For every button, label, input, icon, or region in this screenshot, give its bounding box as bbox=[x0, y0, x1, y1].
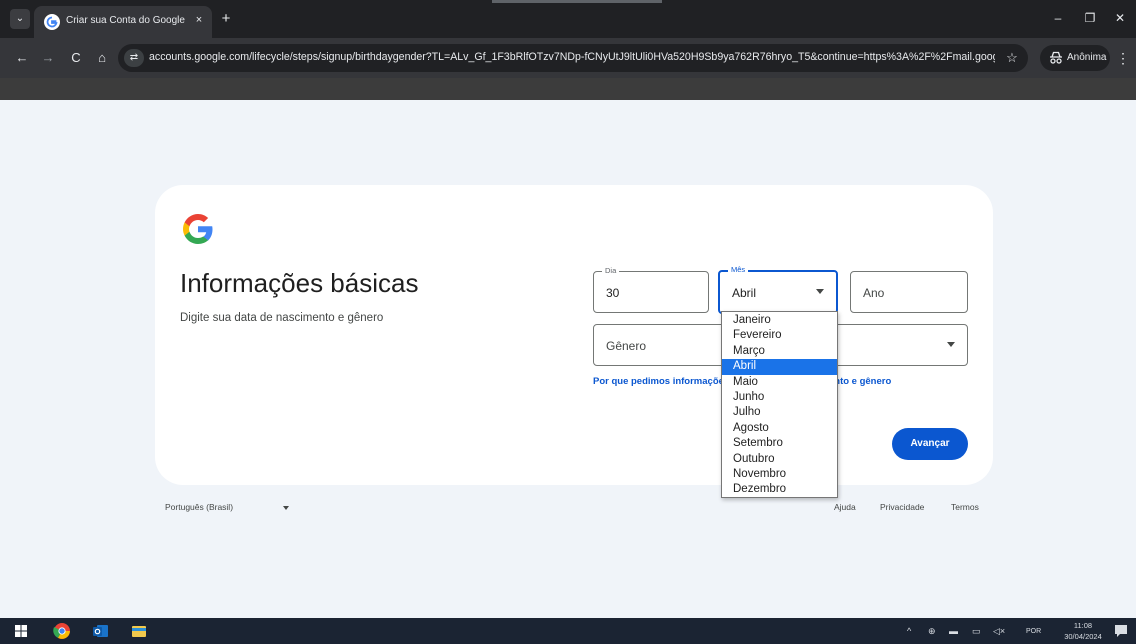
month-option[interactable]: Abril bbox=[722, 359, 837, 375]
volume-icon[interactable]: ◁× bbox=[993, 624, 1005, 638]
site-info-icon[interactable]: ⇄ bbox=[124, 49, 144, 67]
windows-start-icon[interactable] bbox=[12, 622, 30, 640]
profile-label: Anônima bbox=[1067, 52, 1107, 63]
close-window-icon[interactable]: ✕ bbox=[1110, 8, 1130, 28]
chevron-down-icon bbox=[947, 342, 955, 347]
clock-time[interactable]: 11:08 bbox=[1062, 621, 1104, 630]
signup-card: Informações básicas Digite sua data de n… bbox=[155, 185, 993, 485]
google-favicon-icon bbox=[44, 14, 60, 30]
day-field-label: Dia bbox=[602, 266, 620, 276]
page-subtitle: Digite sua data de nascimento e gênero bbox=[180, 312, 384, 324]
chrome-taskbar-icon[interactable] bbox=[53, 622, 71, 640]
browser-info-strip bbox=[0, 78, 1136, 100]
browser-tab-bar: ⌄ Criar sua Conta do Google × + ‒ ❐ ✕ bbox=[0, 0, 1136, 38]
tab-title: Criar sua Conta do Google bbox=[66, 15, 185, 26]
help-link[interactable]: Ajuda bbox=[834, 502, 856, 512]
new-tab-button[interactable]: + bbox=[217, 10, 235, 28]
month-option[interactable]: Agosto bbox=[722, 421, 837, 436]
month-option[interactable]: Maio bbox=[722, 375, 837, 390]
bookmark-star-icon[interactable]: ☆ bbox=[1003, 49, 1021, 67]
chevron-down-icon[interactable] bbox=[283, 506, 289, 510]
tray-overflow-icon[interactable]: ^ bbox=[907, 624, 911, 638]
url-text[interactable]: accounts.google.com/lifecycle/steps/sign… bbox=[149, 51, 995, 63]
month-select[interactable]: Mês Abril bbox=[718, 265, 838, 314]
year-placeholder[interactable]: Ano bbox=[863, 286, 884, 300]
month-option[interactable]: Junho bbox=[722, 390, 837, 405]
page-content: Informações básicas Digite sua data de n… bbox=[0, 100, 1136, 618]
day-field[interactable]: Dia 30 bbox=[593, 266, 709, 313]
reload-icon[interactable]: C bbox=[66, 48, 86, 68]
incognito-profile-button[interactable]: Anônima bbox=[1040, 45, 1110, 71]
month-option[interactable]: Dezembro bbox=[722, 482, 837, 497]
window-drag-strip bbox=[492, 0, 662, 3]
month-option[interactable]: Outubro bbox=[722, 452, 837, 467]
language-selector[interactable]: Português (Brasil) bbox=[165, 502, 233, 512]
month-option[interactable]: Julho bbox=[722, 405, 837, 420]
address-bar[interactable]: ⇄ accounts.google.com/lifecycle/steps/si… bbox=[118, 44, 1028, 72]
clock-date[interactable]: 30/04/2024 bbox=[1062, 632, 1104, 641]
browser-menu-icon[interactable]: ⋮ bbox=[1116, 48, 1130, 68]
notification-icon[interactable] bbox=[1113, 623, 1129, 639]
month-option[interactable]: Março bbox=[722, 344, 837, 359]
windows-taskbar: ^ ⊕ ▬ ▭ ◁× POR 11:08 30/04/2024 bbox=[0, 618, 1136, 644]
month-option[interactable]: Janeiro bbox=[722, 313, 837, 328]
back-icon[interactable]: ← bbox=[12, 48, 32, 68]
month-option[interactable]: Fevereiro bbox=[722, 328, 837, 343]
next-button[interactable]: Avançar bbox=[892, 428, 968, 460]
outlook-taskbar-icon[interactable] bbox=[92, 622, 110, 640]
minimize-icon[interactable]: ‒ bbox=[1048, 8, 1068, 28]
file-explorer-taskbar-icon[interactable] bbox=[130, 622, 148, 640]
terms-link[interactable]: Termos bbox=[951, 502, 979, 512]
display-icon[interactable]: ▭ bbox=[972, 624, 981, 638]
page-title: Informações básicas bbox=[180, 268, 419, 298]
tab-search-button[interactable]: ⌄ bbox=[10, 9, 30, 29]
month-dropdown-list[interactable]: Janeiro Fevereiro Março Abril Maio Junho Julho… bbox=[721, 311, 838, 498]
month-option[interactable]: Setembro bbox=[722, 436, 837, 451]
month-value[interactable]: Abril bbox=[732, 286, 756, 300]
input-language[interactable]: POR bbox=[1026, 628, 1041, 635]
month-option[interactable]: Novembro bbox=[722, 467, 837, 482]
tab-close-icon[interactable]: × bbox=[191, 12, 207, 28]
chevron-down-icon bbox=[816, 289, 824, 294]
incognito-icon bbox=[1050, 51, 1062, 64]
tray-app-icon[interactable]: ⊕ bbox=[928, 624, 936, 638]
network-icon[interactable]: ▬ bbox=[949, 624, 958, 638]
forward-icon[interactable]: → bbox=[38, 48, 58, 68]
google-logo-icon bbox=[183, 214, 213, 244]
gender-placeholder[interactable]: Gênero bbox=[606, 339, 646, 353]
maximize-icon[interactable]: ❐ bbox=[1080, 8, 1100, 28]
day-value[interactable]: 30 bbox=[606, 286, 619, 300]
browser-toolbar: ← → C ⌂ ⇄ accounts.google.com/lifecycle/… bbox=[0, 38, 1136, 78]
privacy-link[interactable]: Privacidade bbox=[880, 502, 924, 512]
year-field[interactable]: Ano bbox=[850, 271, 968, 313]
month-field-label: Mês bbox=[728, 265, 749, 275]
active-tab[interactable]: Criar sua Conta do Google × bbox=[34, 6, 212, 38]
home-icon[interactable]: ⌂ bbox=[92, 48, 112, 68]
